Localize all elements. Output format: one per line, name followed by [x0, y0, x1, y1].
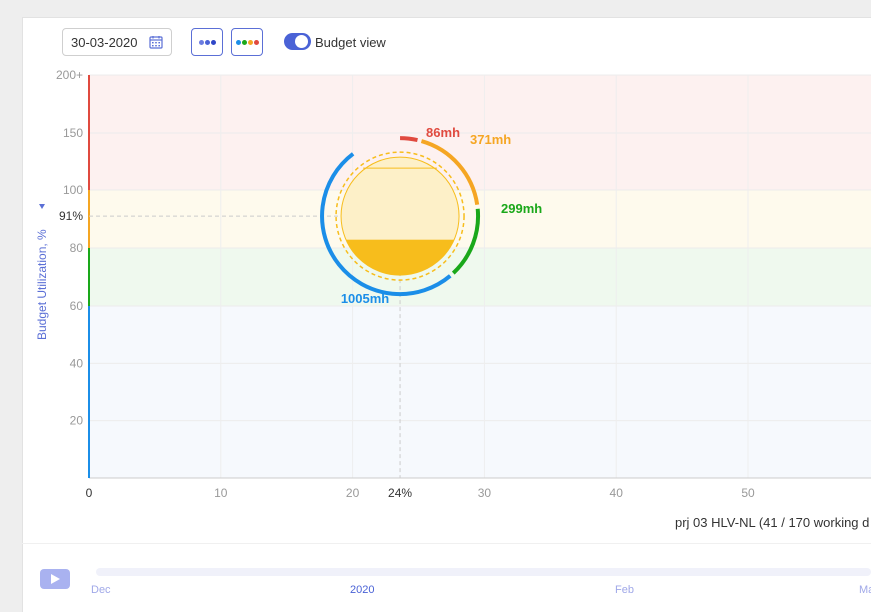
- x-tick-label: 20: [346, 486, 360, 500]
- axis-bar-yellow: [88, 190, 90, 248]
- x-tick-label: 10: [214, 486, 228, 500]
- play-icon: [51, 574, 60, 584]
- x-tick-label: 30: [478, 486, 492, 500]
- y-tick-label: 100: [63, 183, 83, 197]
- divider: [22, 543, 871, 544]
- y-tick-label: 60: [70, 299, 84, 313]
- ring-label-blue: 1005mh: [341, 291, 389, 306]
- axis-bar-green: [88, 248, 90, 306]
- timeline-label-dec: Dec: [91, 584, 111, 596]
- axis-bar-blue: [88, 306, 90, 478]
- play-button[interactable]: [40, 569, 70, 589]
- y-tick-label: 80: [70, 241, 84, 255]
- timeline-label-2020: 2020: [350, 584, 375, 596]
- zone-blue: [89, 306, 871, 478]
- timeline-label-mar: Ma: [859, 584, 871, 596]
- ring-label-orange: 371mh: [470, 132, 511, 147]
- timeline-slider[interactable]: [96, 568, 871, 576]
- ring-segment-red: [400, 136, 418, 143]
- y-axis-sort-icon[interactable]: [39, 204, 45, 209]
- y-axis-label[interactable]: Budget Utilization, %: [35, 229, 49, 340]
- ring-label-red: 86mh: [426, 125, 460, 140]
- y-tick-label: 150: [63, 126, 83, 140]
- x-tick-label: 50: [741, 486, 755, 500]
- axis-bar-red: [88, 75, 90, 190]
- y-tick-label: 20: [70, 414, 84, 428]
- ring-label-green: 299mh: [501, 201, 542, 216]
- zone-green: [89, 248, 871, 306]
- chart-caption: prj 03 HLV-NL (41 / 170 working d: [675, 515, 869, 530]
- point-x-label: 24%: [388, 486, 412, 500]
- x-tick-label: 40: [610, 486, 624, 500]
- budget-chart: 200+ 150 100 80 60 40 20 0 10 20 30 40 50 prj 03 HLV-…: [35, 68, 871, 530]
- y-tick-label: 40: [70, 356, 84, 370]
- point-y-label: 91%: [59, 209, 83, 223]
- timeline-label-feb: Feb: [615, 584, 634, 596]
- y-tick-label: 200+: [56, 68, 83, 82]
- x-tick-label: 0: [86, 486, 93, 500]
